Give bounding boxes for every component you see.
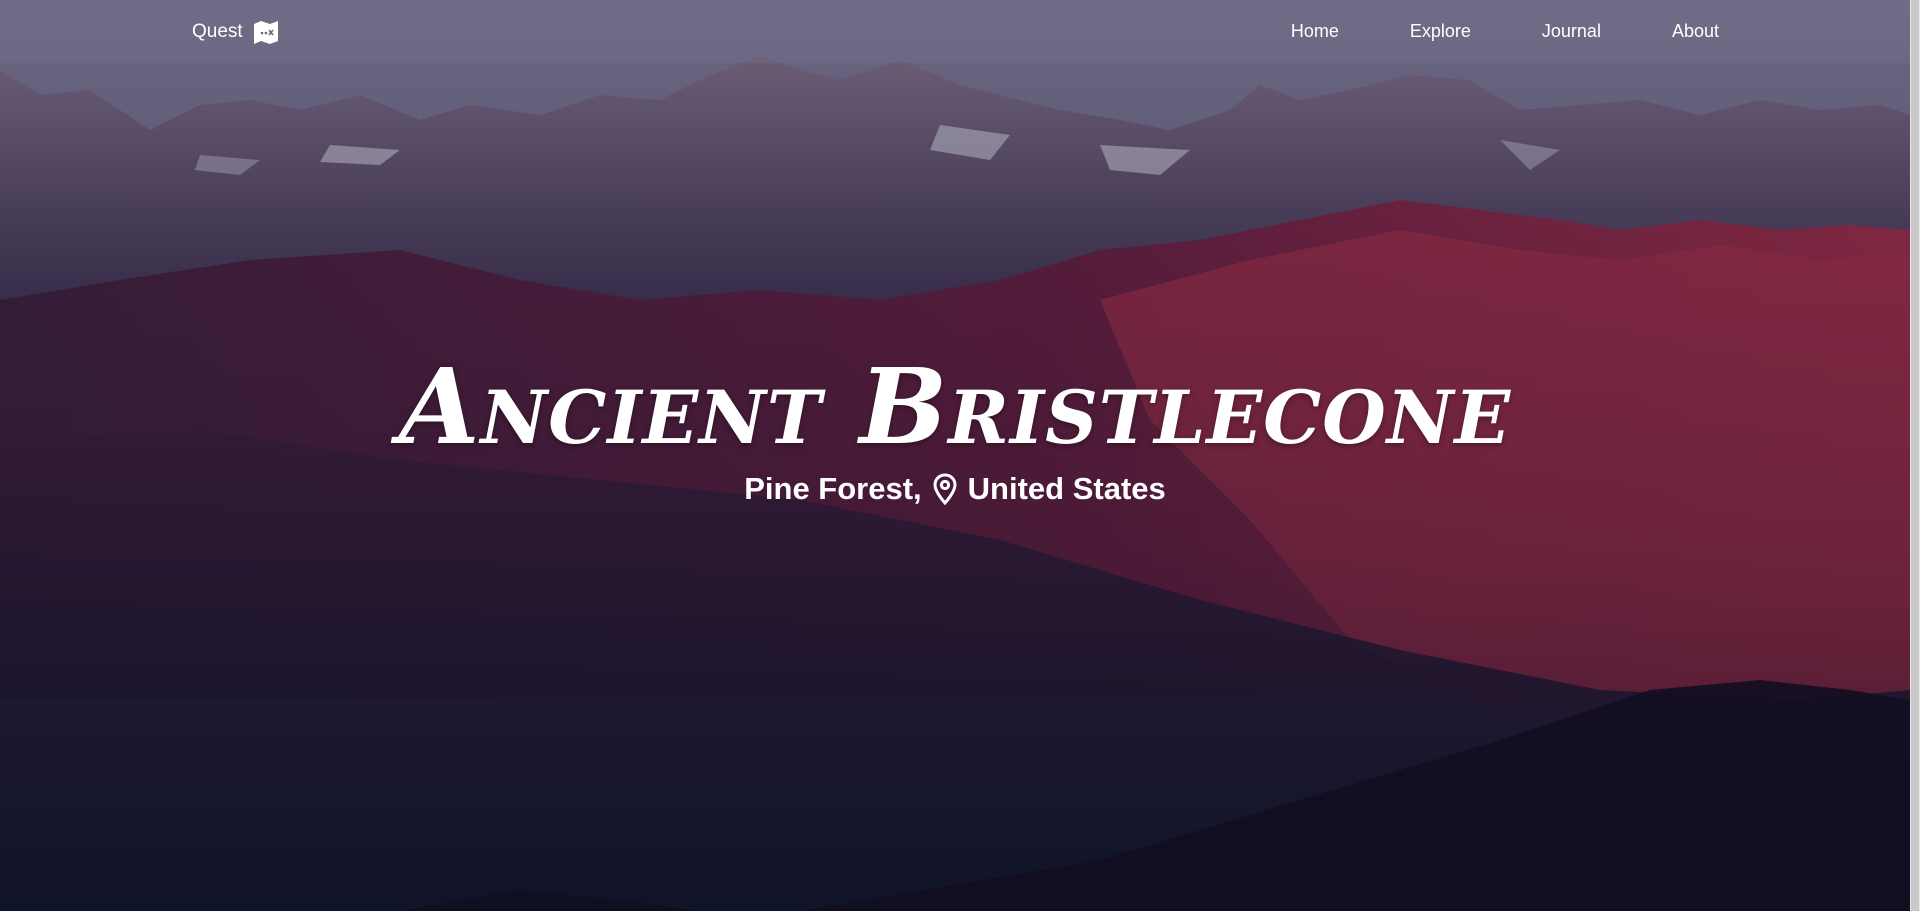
- main-nav: Home Explore Journal About: [1220, 21, 1719, 42]
- hero-subtitle: Pine Forest, United States: [744, 471, 1166, 507]
- nav-home[interactable]: Home: [1291, 21, 1339, 42]
- brand-logo-link[interactable]: Quest: [192, 19, 279, 45]
- hero-content: Ancient Bristlecone Pine Forest, United …: [0, 355, 1910, 507]
- nav-about[interactable]: About: [1672, 21, 1719, 42]
- location-name: Pine Forest,: [744, 471, 922, 506]
- page-scrollbar[interactable]: [1910, 0, 1920, 911]
- hero-title: Ancient Bristlecone: [398, 345, 1512, 468]
- page: Quest Home Explore Journal About Ancient…: [0, 0, 1920, 911]
- location-country: United States: [967, 471, 1166, 506]
- map-pin-icon: [932, 473, 958, 506]
- scrollbar-thumb[interactable]: [1911, 0, 1919, 911]
- nav-journal[interactable]: Journal: [1542, 21, 1601, 42]
- top-navbar: Quest Home Explore Journal About: [0, 0, 1910, 63]
- nav-explore[interactable]: Explore: [1410, 21, 1471, 42]
- map-icon: [253, 19, 279, 45]
- brand-name: Quest: [192, 21, 243, 42]
